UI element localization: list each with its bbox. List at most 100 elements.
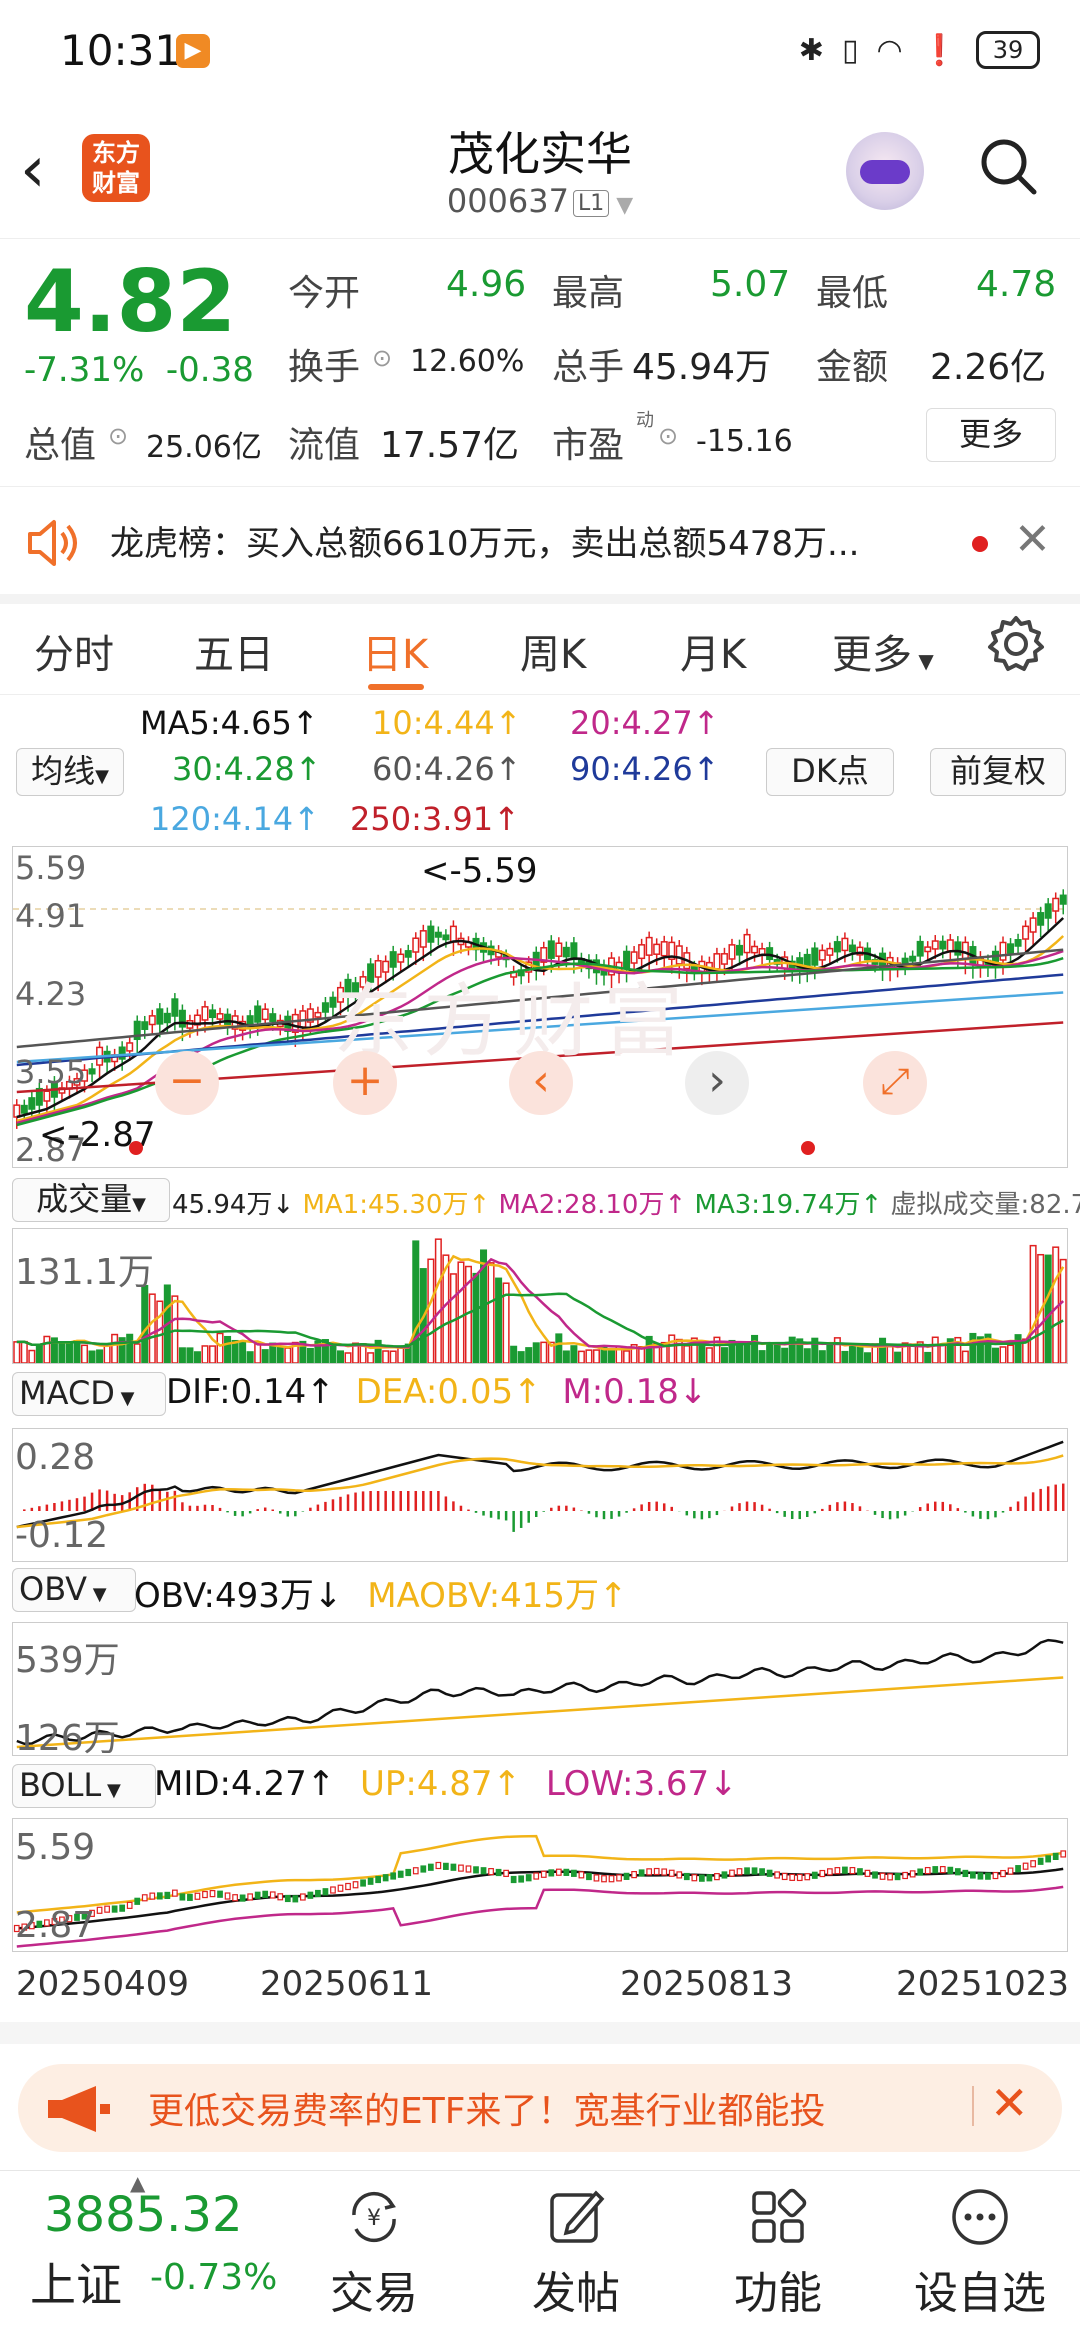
candle bbox=[909, 955, 917, 962]
date-label: 20251023 bbox=[896, 1964, 1070, 2004]
nav-watchlist[interactable]: 设自选 bbox=[910, 2185, 1050, 2321]
k-y-high: 5.59 bbox=[15, 849, 87, 887]
volume-chart[interactable]: 131.1万 bbox=[12, 1228, 1068, 1364]
info-icon[interactable]: ⊙ bbox=[108, 422, 128, 450]
boll-candle bbox=[744, 1867, 750, 1875]
close-icon[interactable]: ✕ bbox=[1014, 514, 1051, 565]
zoom-in-button[interactable]: + bbox=[333, 1051, 397, 1115]
date-label: 20250813 bbox=[620, 1964, 794, 2004]
nav-post[interactable]: 发帖 bbox=[506, 2185, 646, 2321]
fullscreen-icon[interactable]: ⤢ bbox=[863, 1051, 927, 1115]
boll-candle bbox=[322, 1888, 329, 1896]
tab-intraday[interactable]: 分时 bbox=[34, 622, 114, 680]
gear-icon[interactable] bbox=[986, 614, 1046, 674]
assistant-robot-icon[interactable] bbox=[846, 132, 924, 210]
info-icon[interactable]: ⊙ bbox=[658, 422, 678, 450]
obv-chart[interactable]: 539万 126万 bbox=[12, 1622, 1068, 1759]
info-icon[interactable]: ⊙ bbox=[372, 344, 392, 372]
macd-chart[interactable]: 0.28 -0.12 bbox=[12, 1428, 1068, 1562]
volume-bar bbox=[148, 1293, 156, 1363]
boll-candle bbox=[172, 1889, 178, 1897]
boll-candle bbox=[503, 1869, 509, 1877]
volume-bar bbox=[720, 1347, 728, 1363]
more-button[interactable]: 更多 bbox=[926, 408, 1056, 462]
level-badge: L1 bbox=[572, 190, 610, 217]
tab-weekly-k[interactable]: 周K bbox=[520, 622, 586, 680]
candle bbox=[826, 947, 834, 956]
close-icon[interactable]: ✕ bbox=[990, 2076, 1029, 2130]
price-change: -7.31% -0.38 bbox=[24, 350, 254, 390]
obv-selector[interactable]: OBV ▼ bbox=[12, 1568, 136, 1612]
boll-candle bbox=[932, 1866, 939, 1874]
nav-trade[interactable]: ¥ 交易 bbox=[304, 2185, 444, 2321]
volume-bar bbox=[193, 1351, 201, 1363]
obv-value: OBV:493万↓ bbox=[134, 1576, 343, 1616]
boll-candle bbox=[1015, 1865, 1021, 1873]
kline-chart[interactable]: 东方财富 5.59 4.91 4.23 3.55 2.87 <-5.59 <-2… bbox=[12, 846, 1068, 1169]
dropdown-icon: ▼ bbox=[609, 193, 634, 218]
macd-selector[interactable]: MACD ▼ bbox=[12, 1372, 166, 1416]
volume-bar bbox=[1059, 1258, 1067, 1363]
search-icon[interactable] bbox=[978, 136, 1038, 196]
boll-candle bbox=[247, 1893, 254, 1901]
candle bbox=[412, 937, 420, 953]
candle bbox=[201, 1006, 209, 1021]
volume-bar bbox=[751, 1334, 759, 1363]
dragon-tiger-banner[interactable]: 龙虎榜：买入总额6610万元，卖出总额5478万... ✕ bbox=[0, 488, 1080, 604]
boll-candle bbox=[1060, 1850, 1067, 1858]
boll-candle bbox=[149, 1892, 156, 1900]
dropdown-icon: ▼ bbox=[132, 1194, 146, 1215]
virtual-volume: 虚拟成交量:82.75万 bbox=[890, 1190, 1080, 1220]
zoom-out-button[interactable]: − bbox=[155, 1051, 219, 1115]
boll-candle bbox=[661, 1868, 668, 1876]
boll-candle bbox=[412, 1867, 419, 1875]
candle bbox=[848, 944, 856, 953]
candle bbox=[1022, 925, 1030, 940]
candle bbox=[1037, 912, 1045, 926]
ma20-value: 20:4.27↑ bbox=[570, 704, 720, 742]
volume-selector[interactable]: 成交量▼ bbox=[12, 1178, 170, 1222]
ma-selector[interactable]: 均线▼ bbox=[16, 748, 124, 796]
tab-more[interactable]: 更多 ▼ bbox=[832, 622, 934, 680]
dropdown-icon: ▼ bbox=[101, 1780, 121, 1801]
tab-monthly-k[interactable]: 月K bbox=[680, 622, 746, 680]
current-price: 4.82 bbox=[24, 252, 237, 352]
volume-bar bbox=[344, 1352, 352, 1363]
macd-dif: DIF:0.14↑ bbox=[166, 1372, 335, 1412]
adjust-selector[interactable]: 前复权 bbox=[930, 748, 1066, 796]
volume-bar bbox=[592, 1349, 600, 1363]
scroll-right-button[interactable]: › bbox=[685, 1051, 749, 1115]
nav-function[interactable]: 功能 bbox=[708, 2185, 848, 2321]
candle bbox=[178, 1009, 186, 1028]
boll-candle bbox=[307, 1891, 314, 1899]
volume-bar bbox=[306, 1347, 314, 1363]
scroll-left-button[interactable]: ‹ bbox=[509, 1051, 573, 1115]
volume-bar bbox=[517, 1351, 525, 1363]
boll-candle bbox=[842, 1866, 848, 1874]
index-widget[interactable]: ▲ 3885.32 上证 -0.73% bbox=[0, 2171, 300, 2341]
float-value: 17.57亿 bbox=[380, 425, 520, 466]
boll-y-max: 5.59 bbox=[15, 1827, 96, 1868]
volume-bar bbox=[495, 1277, 503, 1363]
boll-chart[interactable]: 5.59 2.87 bbox=[12, 1818, 1068, 1952]
volume-bar bbox=[532, 1342, 540, 1363]
volume-bar bbox=[261, 1349, 269, 1363]
boll-candle bbox=[909, 1870, 916, 1878]
etf-promo-banner[interactable]: 更低交易费率的ETF来了！宽基行业都能投 ✕ bbox=[18, 2064, 1062, 2152]
volume-bar bbox=[991, 1347, 999, 1363]
volume-bar bbox=[156, 1300, 164, 1363]
volume-bar bbox=[781, 1347, 789, 1363]
open-value: 4.96 bbox=[446, 264, 527, 305]
boll-selector[interactable]: BOLL ▼ bbox=[12, 1764, 156, 1808]
status-bar: 10:31 ▶ ✱ ▯ ◠ ❗ 39 bbox=[0, 0, 1080, 100]
tab-daily-k[interactable]: 日K bbox=[362, 622, 428, 680]
tab-five-day[interactable]: 五日 bbox=[194, 622, 274, 680]
candle bbox=[43, 1090, 51, 1102]
volume-bar bbox=[96, 1349, 104, 1363]
quote-panel: 4.82 -7.31% -0.38 今开 4.96 最高 5.07 最低 4.7… bbox=[0, 240, 1080, 487]
low-value: 4.78 bbox=[976, 264, 1057, 305]
dk-point-button[interactable]: DK点 bbox=[766, 748, 894, 796]
maobv-value: MAOBV:415万↑ bbox=[367, 1576, 628, 1616]
volume-bar bbox=[969, 1332, 977, 1363]
k-y-mid3: 3.55 bbox=[15, 1053, 87, 1091]
